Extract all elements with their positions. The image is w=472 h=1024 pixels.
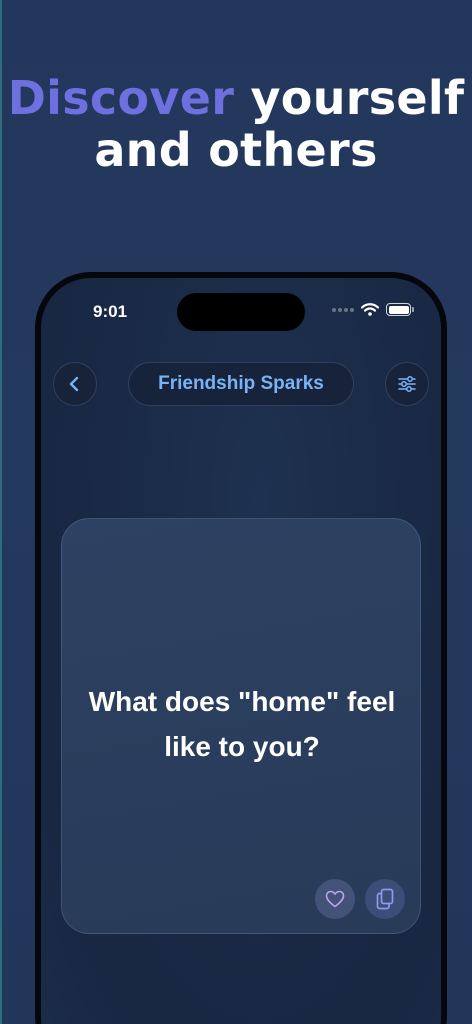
status-icons (332, 303, 414, 316)
signal-dots-icon (332, 307, 354, 312)
question-card[interactable]: What does "home" feel like to you? (61, 518, 421, 934)
phone-screen: 9:01 Friendship Sparks What does "home" … (41, 278, 441, 1024)
battery-icon (386, 303, 414, 316)
copy-button[interactable] (365, 879, 405, 919)
dynamic-island (177, 293, 305, 331)
headline-rest: yourself (234, 71, 465, 125)
filter-button[interactable] (385, 362, 429, 406)
sliders-icon (398, 376, 416, 392)
headline-line2: and others (94, 123, 378, 177)
status-time: 9:01 (93, 302, 128, 321)
headline-accent: Discover (7, 71, 235, 125)
copy-icon (376, 888, 394, 910)
phone-frame: 9:01 Friendship Sparks What does "home" … (35, 272, 447, 1024)
question-text: What does "home" feel like to you? (88, 686, 396, 762)
wifi-icon (361, 303, 379, 316)
heart-icon (325, 890, 345, 908)
headline: Discover yourself and others (0, 72, 472, 176)
favorite-button[interactable] (315, 879, 355, 919)
back-button[interactable] (53, 362, 97, 406)
deck-title[interactable]: Friendship Sparks (128, 362, 354, 406)
chevron-left-icon (69, 376, 79, 392)
